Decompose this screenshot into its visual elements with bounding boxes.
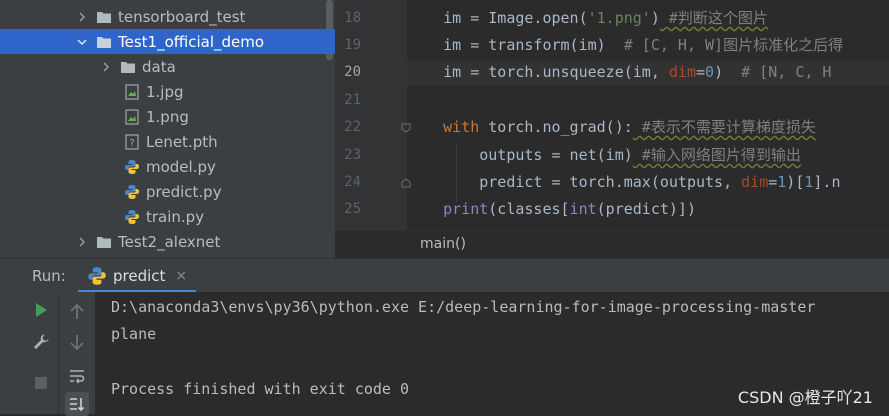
line-gutter: 18 19 20 21 22 23 24 25 (335, 0, 411, 230)
run-label: Run: (32, 267, 66, 285)
breadcrumb: main() (335, 230, 889, 258)
scroll-down-button[interactable] (65, 330, 89, 354)
scroll-to-end-icon (70, 398, 85, 412)
play-icon (36, 303, 47, 317)
line-number: 23 (344, 147, 361, 163)
svg-text:?: ? (129, 138, 134, 149)
line-number: 21 (344, 92, 361, 108)
tree-item-train-py[interactable]: train.py (0, 204, 335, 229)
soft-wrap-button[interactable] (65, 364, 89, 388)
code-line-25[interactable]: print(classes[int(predict)]) (407, 197, 889, 222)
tree-item-label: Test2_alexnet (118, 232, 221, 251)
project-tree: tensorboard_test Test1_official_demo dat… (0, 0, 335, 258)
code-line-18[interactable]: im = Image.open('1.png') #判断这个图片 (407, 6, 889, 31)
folder-icon (96, 34, 112, 50)
tree-item-1-png[interactable]: 1.png (0, 104, 335, 129)
arrow-down-icon (70, 335, 84, 351)
chevron-down-icon[interactable] (76, 36, 88, 48)
tree-item-label: 1.jpg (146, 82, 184, 101)
folder-icon (96, 234, 112, 250)
tree-item-tensorboard-test[interactable]: tensorboard_test (0, 4, 335, 29)
tree-item-label: train.py (146, 207, 205, 226)
tree-item-test1-official-demo[interactable]: Test1_official_demo (0, 29, 335, 54)
python-icon (87, 266, 107, 286)
tree-item-label: tensorboard_test (118, 7, 246, 26)
breadcrumb-item-main[interactable]: main() (420, 236, 466, 252)
line-number: 20 (344, 64, 361, 80)
tree-item-model-py[interactable]: model.py (0, 154, 335, 179)
console-line: Process finished with exit code 0 (111, 380, 410, 398)
folder-icon (96, 9, 112, 25)
code-line-22[interactable]: with torch.no_grad(): #表示不需要计算梯度损失 (407, 115, 889, 140)
line-number: 24 (344, 174, 361, 190)
code-line-20[interactable]: im = torch.unsqueeze(im, dim=0) # [N, C,… (407, 60, 889, 85)
arrow-up-icon (70, 303, 84, 319)
tree-item-label: data (142, 57, 176, 76)
line-number: 18 (344, 10, 361, 26)
tree-item-label: 1.png (146, 107, 189, 126)
tree-item-data[interactable]: data (0, 54, 335, 79)
code-line-19[interactable]: im = transform(im) # [C, H, W]图片标准化之后得 (407, 33, 889, 58)
stop-button[interactable] (29, 371, 53, 395)
console-line: plane (111, 325, 157, 343)
chevron-right-icon[interactable] (76, 11, 88, 23)
code-line-23[interactable]: outputs = net(im) #输入网络图片得到输出 (407, 143, 889, 168)
tree-item-predict-py[interactable]: predict.py (0, 179, 335, 204)
scroll-up-button[interactable] (65, 300, 89, 324)
tree-item-label: model.py (146, 157, 216, 176)
tree-item-test2-alexnet[interactable]: Test2_alexnet (0, 229, 335, 254)
line-number: 19 (344, 37, 361, 53)
image-file-icon (124, 83, 140, 100)
code-editor[interactable]: 18 19 20 21 22 23 24 25 im = Image.open(… (335, 0, 889, 258)
run-tab-predict[interactable]: predict × (78, 259, 196, 293)
tree-item-label: predict.py (146, 182, 222, 201)
edit-configuration-button[interactable] (29, 330, 53, 354)
scroll-to-end-button[interactable] (65, 392, 89, 416)
folder-icon (120, 59, 136, 75)
run-tab-label: predict (113, 267, 166, 285)
line-number: 22 (344, 119, 361, 135)
run-panel-header: Run: predict × (0, 258, 889, 293)
python-file-icon (124, 184, 140, 200)
unknown-file-icon: ? (124, 133, 140, 150)
chevron-right-icon[interactable] (76, 236, 88, 248)
code-line-24[interactable]: predict = torch.max(outputs, dim=1)[1].n (407, 170, 889, 195)
tree-item-label: Lenet.pth (146, 132, 218, 151)
code-line-21[interactable] (407, 88, 889, 113)
image-file-icon (124, 108, 140, 125)
soft-wrap-icon (70, 370, 85, 384)
tree-item-1-jpg[interactable]: 1.jpg (0, 79, 335, 104)
wrench-icon (34, 334, 49, 349)
run-toolbar-primary (0, 292, 58, 414)
close-icon[interactable]: × (175, 268, 187, 284)
watermark: CSDN @橙子吖21 (737, 388, 873, 407)
line-number: 25 (344, 201, 361, 217)
run-toolbar-secondary (58, 292, 96, 416)
tree-item-label: Test1_official_demo (118, 32, 265, 51)
stop-icon (35, 377, 47, 389)
python-file-icon (124, 159, 140, 175)
chevron-right-icon[interactable] (100, 61, 112, 73)
rerun-button[interactable] (29, 298, 53, 322)
python-file-icon (124, 209, 140, 225)
console-line: D:\anaconda3\envs\py36\python.exe E:/dee… (111, 298, 816, 316)
tree-item-lenet-pth[interactable]: ? Lenet.pth (0, 129, 335, 154)
